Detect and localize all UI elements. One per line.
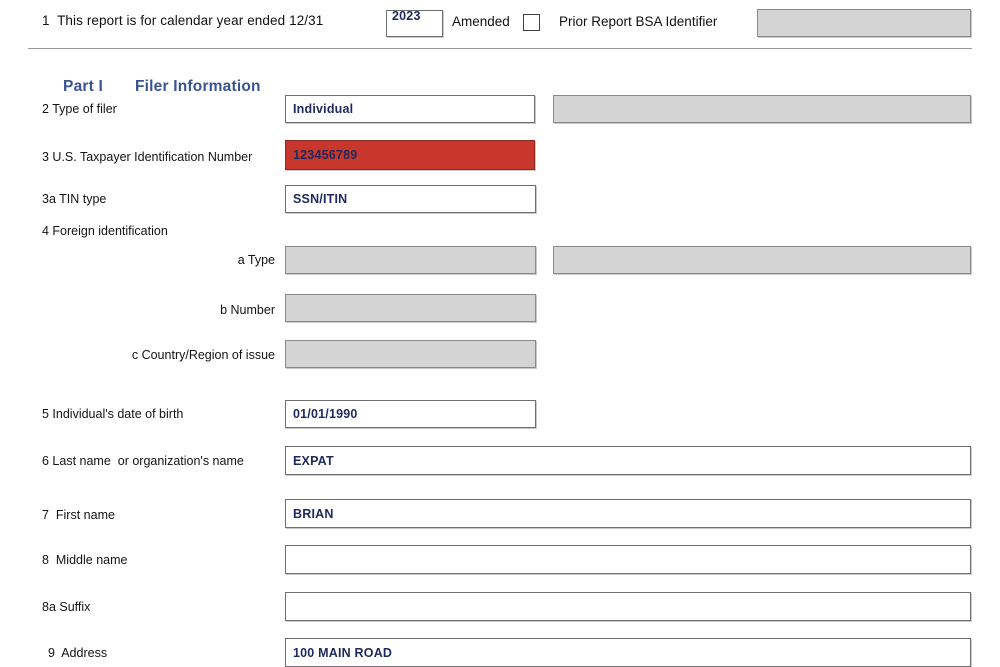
tin-type-value: SSN/ITIN xyxy=(293,192,347,206)
date-of-birth-value: 01/01/1990 xyxy=(293,407,358,421)
suffix-label: 8a Suffix xyxy=(42,600,90,614)
calendar-year-value: 2023 xyxy=(392,9,421,23)
last-name-label: 6 Last name or organization's name xyxy=(42,454,244,468)
type-of-filer-input[interactable]: Individual xyxy=(285,95,535,123)
first-name-input[interactable]: BRIAN xyxy=(285,499,971,528)
middle-name-label: 8 Middle name xyxy=(42,553,127,567)
type-of-filer-secondary-input[interactable] xyxy=(553,95,971,123)
calendar-year-input[interactable]: 2023 xyxy=(386,10,443,37)
part-title: Filer Information xyxy=(135,78,261,95)
part-number: Part I xyxy=(63,78,103,95)
first-name-label: 7 First name xyxy=(42,508,115,522)
foreign-identification-label: 4 Foreign identification xyxy=(42,224,168,238)
fbar-filer-information-form: 1 This report is for calendar year ended… xyxy=(0,0,1000,667)
suffix-input[interactable] xyxy=(285,592,971,621)
header-divider xyxy=(28,48,972,49)
date-of-birth-input[interactable]: 01/01/1990 xyxy=(285,400,536,428)
tin-label: 3 U.S. Taxpayer Identification Number xyxy=(42,150,252,164)
type-of-filer-label: 2 Type of filer xyxy=(42,102,117,116)
foreign-id-country-label: c Country/Region of issue xyxy=(0,348,275,362)
tin-input[interactable]: 123456789 xyxy=(285,140,535,170)
foreign-id-type-label: a Type xyxy=(0,253,275,267)
calendar-year-row: 1 This report is for calendar year ended… xyxy=(0,0,1000,47)
middle-name-input[interactable] xyxy=(285,545,971,574)
prior-report-bsa-identifier-label: Prior Report BSA Identifier xyxy=(559,14,717,30)
date-of-birth-label: 5 Individual's date of birth xyxy=(42,407,183,421)
calendar-year-label: 1 This report is for calendar year ended… xyxy=(42,13,323,29)
first-name-value: BRIAN xyxy=(293,507,334,521)
address-label: 9 Address xyxy=(48,646,107,660)
last-name-input[interactable]: EXPAT xyxy=(285,446,971,475)
address-value: 100 MAIN ROAD xyxy=(293,646,392,660)
prior-report-bsa-identifier-input[interactable] xyxy=(757,9,971,37)
foreign-id-number-label: b Number xyxy=(0,303,275,317)
amended-checkbox[interactable] xyxy=(523,14,540,31)
tin-type-label: 3a TIN type xyxy=(42,192,106,206)
tin-type-input[interactable]: SSN/ITIN xyxy=(285,185,536,213)
foreign-id-number-input[interactable] xyxy=(285,294,536,322)
type-of-filer-value: Individual xyxy=(293,102,353,116)
foreign-id-country-input[interactable] xyxy=(285,340,536,368)
last-name-value: EXPAT xyxy=(293,454,334,468)
foreign-id-type-secondary-input[interactable] xyxy=(553,246,971,274)
address-input[interactable]: 100 MAIN ROAD xyxy=(285,638,971,667)
tin-value: 123456789 xyxy=(293,148,357,162)
amended-label: Amended xyxy=(452,14,510,30)
foreign-id-type-input[interactable] xyxy=(285,246,536,274)
